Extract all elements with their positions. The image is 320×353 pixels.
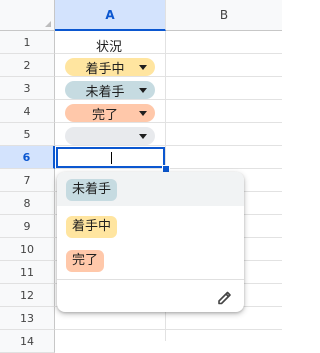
spreadsheet-grid: A B 1 2 3 4 5 6 7 8 9 10 11 12 13 14 状況 … <box>0 0 282 353</box>
pencil-icon[interactable] <box>215 288 235 308</box>
row-header-11[interactable]: 11 <box>0 261 55 284</box>
cell-a1[interactable]: 状況 <box>96 36 122 55</box>
chevron-down-icon <box>139 65 147 70</box>
row-header-9[interactable]: 9 <box>0 215 55 238</box>
text-cursor <box>111 152 112 164</box>
dropdown-option-in-progress[interactable]: 着手中 <box>57 209 244 243</box>
cell-a5-status-chip[interactable] <box>65 127 155 145</box>
row-header-8[interactable]: 8 <box>0 192 55 215</box>
chevron-down-icon <box>139 134 147 139</box>
chevron-down-icon <box>139 88 147 93</box>
row-divider <box>55 329 282 330</box>
dropdown-options-popup: 未着手 着手中 完了 <box>57 172 244 312</box>
option-chip: 未着手 <box>66 179 118 201</box>
row-header-6[interactable]: 6 <box>0 146 55 169</box>
row-header-5[interactable]: 5 <box>0 123 55 146</box>
dropdown-option-not-started[interactable]: 未着手 <box>57 172 244 206</box>
row-header-12[interactable]: 12 <box>0 284 55 307</box>
corner-icon <box>45 21 51 27</box>
row-divider <box>55 145 282 146</box>
option-chip: 完了 <box>66 250 105 272</box>
row-header-13[interactable]: 13 <box>0 307 55 330</box>
column-header-b[interactable]: B <box>166 0 282 31</box>
cell-a4-status-chip[interactable]: 完了 <box>65 104 155 123</box>
row-header-3[interactable]: 3 <box>0 77 55 100</box>
column-header-a[interactable]: A <box>55 0 166 31</box>
active-cell-a6-editor[interactable] <box>56 147 165 168</box>
row-header-2[interactable]: 2 <box>0 54 55 77</box>
row-header-4[interactable]: 4 <box>0 100 55 123</box>
cell-a2-status-chip[interactable]: 着手中 <box>65 58 155 77</box>
option-chip: 着手中 <box>66 216 118 238</box>
select-all-corner[interactable] <box>0 0 55 31</box>
row-header-14[interactable]: 14 <box>0 330 55 353</box>
popup-divider <box>57 279 244 280</box>
row-header-7[interactable]: 7 <box>0 169 55 192</box>
row-divider <box>55 53 282 54</box>
chevron-down-icon <box>139 111 147 116</box>
row-header-10[interactable]: 10 <box>0 238 55 261</box>
dropdown-option-done[interactable]: 完了 <box>57 243 244 277</box>
cell-a3-status-chip[interactable]: 未着手 <box>65 81 155 100</box>
row-header-1[interactable]: 1 <box>0 31 55 54</box>
